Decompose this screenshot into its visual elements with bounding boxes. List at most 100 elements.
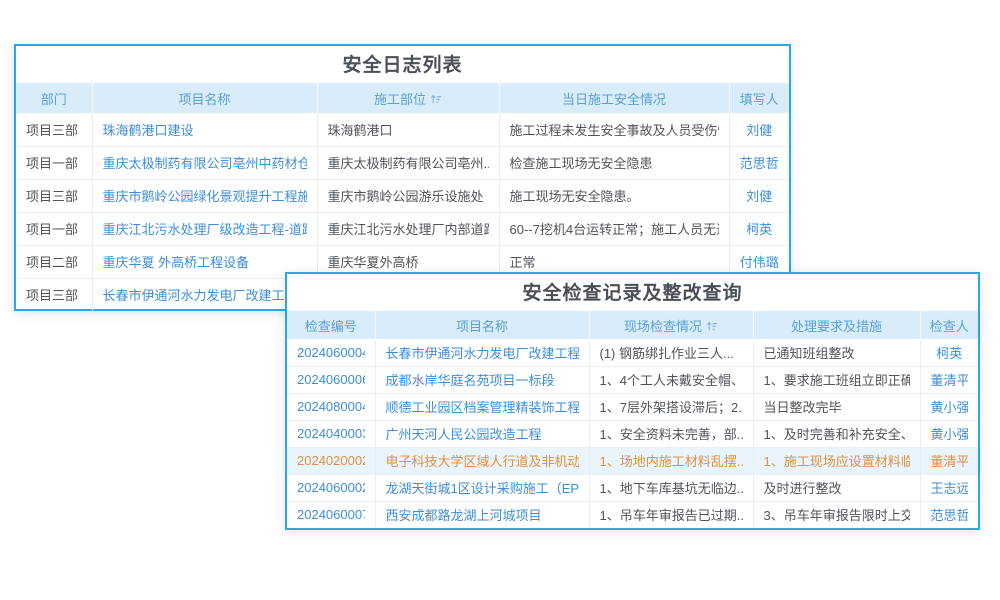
safety-log-panel: 安全日志列表 部门项目名称施工部位当日施工安全情况填写人 项目三部珠海鹤港口建设… <box>14 44 791 311</box>
required-action-cell: 及时进行整改 <box>764 478 910 497</box>
project-name-link[interactable]: 珠海鹤港口建设 <box>103 120 307 139</box>
table-row[interactable]: 2024080004 顺德工业园区档案管理精装饰工程（一标段 1、7层外架搭设滞后；… <box>287 393 978 420</box>
project-name-link[interactable]: 西安成都路龙湖上河城项目 <box>386 505 579 524</box>
construction-part-cell: 重庆江北污水处理厂内部道路 <box>328 219 489 238</box>
author-link[interactable]: 柯英 <box>740 219 780 238</box>
table-row[interactable]: 项目一部 重庆江北污水处理厂级改造工程-道路... 重庆江北污水处理厂内部道路 60-… <box>16 212 789 245</box>
sort-icon <box>706 321 718 332</box>
department-cell: 项目一部 <box>26 153 82 172</box>
project-name-link[interactable]: 顺德工业园区档案管理精装饰工程（一标段 <box>386 397 579 416</box>
department-cell: 项目二部 <box>26 252 82 271</box>
column-header-1: 检查编号 <box>287 311 375 339</box>
inspector-link[interactable]: 董清平 <box>931 370 969 389</box>
table-row[interactable]: 2024060004 长春市伊通河水力发电厂改建工程 (1) 钢筋绑扎作业三人...… <box>287 339 978 366</box>
safety-log-title: 安全日志列表 <box>16 46 789 83</box>
column-header-label: 填写人 <box>740 92 779 107</box>
inspector-link[interactable]: 董清平 <box>931 451 969 470</box>
table-cell: 重庆市鹅岭公园绿化景观提升工程施工 <box>92 179 317 212</box>
inspector-link[interactable]: 王志远 <box>931 478 969 497</box>
table-cell: 项目二部 <box>16 245 92 278</box>
column-header-3[interactable]: 施工部位 <box>317 83 499 113</box>
project-name-link[interactable]: 电子科技大学区域人行道及非机动车道工程 <box>386 451 579 470</box>
safety-status-cell: 60--7挖机4台运转正常；施工人员无违... <box>510 219 719 238</box>
project-name-link[interactable]: 广州天河人民公园改造工程 <box>386 424 579 443</box>
table-cell: 珠海鹤港口建设 <box>92 113 317 146</box>
author-link[interactable]: 范思哲 <box>740 153 780 172</box>
inspection-id-link[interactable]: 2024020002 <box>297 453 365 468</box>
table-cell: 1、场地内施工材料乱摆... <box>589 447 753 474</box>
table-cell: 检查施工现场无安全隐患 <box>499 146 729 179</box>
author-link[interactable]: 付伟璐 <box>740 252 780 271</box>
required-action-cell: 当日整改完毕 <box>764 397 910 416</box>
table-cell: 项目一部 <box>16 212 92 245</box>
table-cell: 2024060006 <box>287 366 375 393</box>
column-header-label: 项目名称 <box>456 319 508 334</box>
project-name-link[interactable]: 龙湖天街城1区设计采购施工（EPC）总承 <box>386 478 579 497</box>
project-name-link[interactable]: 重庆华夏 外高桥工程设备 <box>103 252 307 271</box>
column-header-3[interactable]: 现场检查情况 <box>589 311 753 339</box>
table-cell: 广州天河人民公园改造工程 <box>375 420 589 447</box>
table-cell: 施工过程未发生安全事故及人员受伤情况 <box>499 113 729 146</box>
table-cell: 电子科技大学区域人行道及非机动车道工程 <box>375 447 589 474</box>
required-action-cell: 已通知班组整改 <box>764 343 910 362</box>
table-cell: (1) 钢筋绑扎作业三人... <box>589 339 753 366</box>
table-cell: 1、4个工人未戴安全帽、... <box>589 366 753 393</box>
table-cell: 范思哲 <box>729 146 789 179</box>
table-cell: 1、及时完善和补充安全、质... <box>753 420 920 447</box>
table-row[interactable]: 2024060002龙湖天街城1区设计采购施工（EPC）总承1、地下车库基坑无临… <box>287 474 978 501</box>
column-header-2: 项目名称 <box>375 311 589 339</box>
column-header-label: 项目名称 <box>178 92 230 107</box>
inspector-link[interactable]: 范思哲 <box>931 505 969 524</box>
table-cell: 1、7层外架搭设滞后；2... <box>589 393 753 420</box>
inspector-link[interactable]: 黄小强 <box>931 424 969 443</box>
inspection-id-link[interactable]: 2024080004 <box>297 399 365 414</box>
table-cell: 刘健 <box>729 113 789 146</box>
header-row: 部门 项目名称 施工部位当日施工安全情况填写人 <box>16 83 789 113</box>
inspection-id-link[interactable]: 2024060002 <box>297 480 365 495</box>
project-name-link[interactable]: 长春市伊通河水力发电厂改建工程 <box>386 343 579 362</box>
table-cell: 成都水岸华庭名苑项目一标段 <box>375 366 589 393</box>
project-name-link[interactable]: 重庆江北污水处理厂级改造工程-道路... <box>103 219 307 238</box>
required-action-cell: 3、吊车年审报告限时上交。 <box>764 505 910 524</box>
inspection-records-title: 安全检查记录及整改查询 <box>287 274 978 311</box>
project-name-link[interactable]: 长春市伊通河水力发电厂改建工程 <box>103 285 307 304</box>
column-header-5: 填写人 <box>729 83 789 113</box>
table-cell: 重庆华夏 外高桥工程设备 <box>92 245 317 278</box>
table-row[interactable]: 项目一部 重庆太极制药有限公司亳州中药材仓... 重庆太极制药有限公司亳州... 检查… <box>16 146 789 179</box>
table-cell: 重庆江北污水处理厂内部道路 <box>317 212 499 245</box>
table-cell: 1、施工现场应设置材料临时... <box>753 447 920 474</box>
table-cell: 项目三部 <box>16 278 92 311</box>
table-cell: 1、要求施工班组立即正确佩... <box>753 366 920 393</box>
inspector-link[interactable]: 柯英 <box>931 343 969 362</box>
column-header-4: 当日施工安全情况 <box>499 83 729 113</box>
table-row[interactable]: 2024060007西安成都路龙湖上河城项目1、吊车年审报告已过期...3、吊车… <box>287 501 978 528</box>
table-cell: 黄小强 <box>920 420 978 447</box>
table-cell: 施工现场无安全隐患。 <box>499 179 729 212</box>
inspector-link[interactable]: 黄小强 <box>931 397 969 416</box>
table-row[interactable]: 2024020002 电子科技大学区域人行道及非机动车道工程 1、场地内施工材料乱摆… <box>287 447 978 474</box>
column-header-label: 检查人 <box>930 319 969 334</box>
department-cell: 项目一部 <box>26 219 82 238</box>
table-cell: 范思哲 <box>920 501 978 528</box>
required-action-cell: 1、及时完善和补充安全、质... <box>764 424 910 443</box>
inspection-id-link[interactable]: 2024060007 <box>297 507 365 522</box>
table-row[interactable]: 2024060006 成都水岸华庭名苑项目一标段 1、4个工人未戴安全帽、...1、… <box>287 366 978 393</box>
inspection-id-link[interactable]: 2024040003 <box>297 426 365 441</box>
project-name-link[interactable]: 重庆市鹅岭公园绿化景观提升工程施工 <box>103 186 307 205</box>
project-name-link[interactable]: 成都水岸华庭名苑项目一标段 <box>386 370 579 389</box>
site-check-finding-cell: 1、安全资料未完善，部... <box>600 424 743 443</box>
construction-part-cell: 重庆太极制药有限公司亳州... <box>328 153 489 172</box>
table-cell: 2024040003 <box>287 420 375 447</box>
inspection-id-link[interactable]: 2024060004 <box>297 345 365 360</box>
table-cell: 3、吊车年审报告限时上交。 <box>753 501 920 528</box>
construction-part-cell: 重庆华夏外高桥 <box>328 252 489 271</box>
inspection-id-link[interactable]: 2024060006 <box>297 372 365 387</box>
table-row[interactable]: 项目三部重庆市鹅岭公园绿化景观提升工程施工重庆市鹅岭公园游乐设施处施工现场无安全… <box>16 179 789 212</box>
table-cell: 柯英 <box>920 339 978 366</box>
author-link[interactable]: 刘健 <box>740 186 780 205</box>
table-row[interactable]: 项目三部珠海鹤港口建设珠海鹤港口施工过程未发生安全事故及人员受伤情况刘健 <box>16 113 789 146</box>
column-header-1: 部门 <box>16 83 92 113</box>
table-row[interactable]: 2024040003 广州天河人民公园改造工程 1、安全资料未完善，部... 1、及时… <box>287 420 978 447</box>
project-name-link[interactable]: 重庆太极制药有限公司亳州中药材仓... <box>103 153 307 172</box>
author-link[interactable]: 刘健 <box>740 120 780 139</box>
